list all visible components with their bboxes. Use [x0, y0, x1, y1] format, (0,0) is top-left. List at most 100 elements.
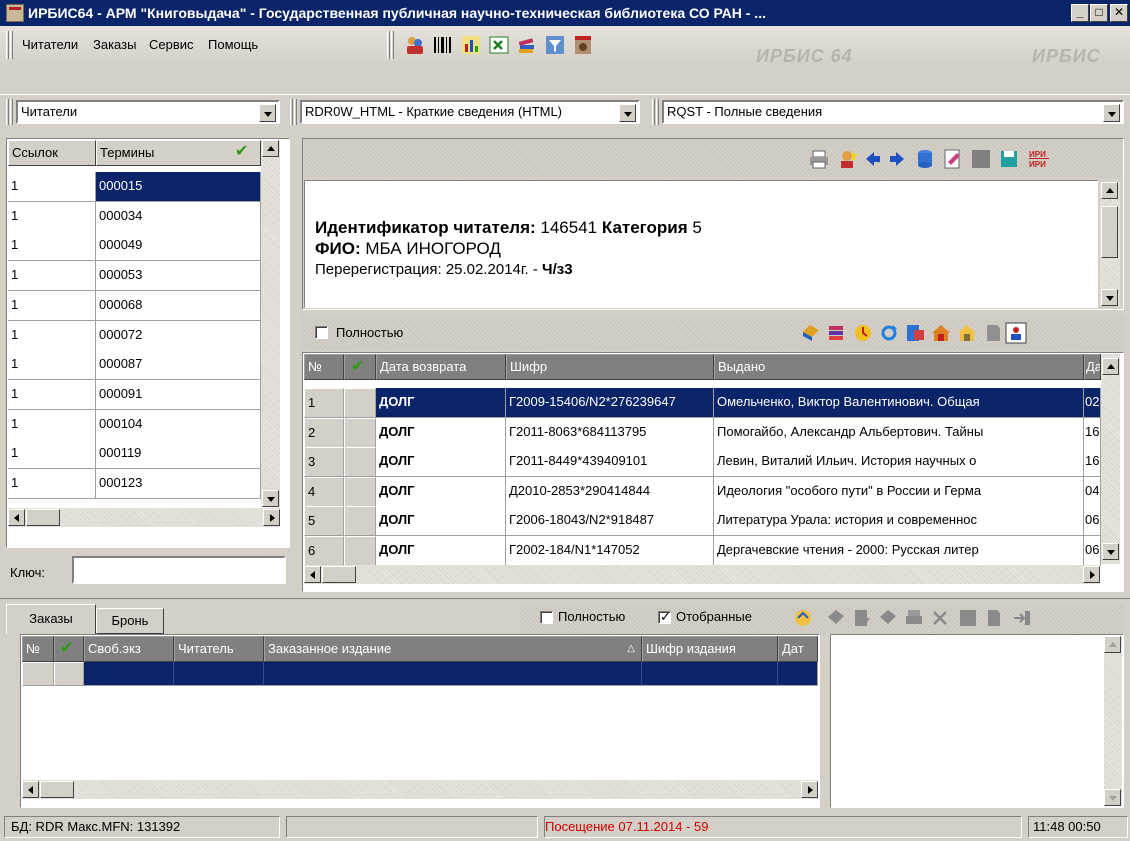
- statistics-icon[interactable]: [460, 34, 482, 56]
- terms-row-term[interactable]: 000015: [96, 172, 261, 202]
- loans-row-issued[interactable]: Помогайбо, Александр Альбертович. Тайны: [714, 417, 1084, 448]
- order-details-scroll-down[interactable]: [1104, 789, 1121, 806]
- terms-hscroll[interactable]: [8, 508, 280, 527]
- edit-record-icon[interactable]: [942, 148, 964, 170]
- loans-full-checkbox[interactable]: [315, 326, 328, 339]
- reader-card-icon[interactable]: [1004, 321, 1028, 345]
- loans-row-issued[interactable]: Идеология "особого пути" в России и Герм…: [714, 476, 1084, 507]
- excel-icon[interactable]: [488, 34, 510, 56]
- key-input[interactable]: [72, 556, 286, 584]
- toolbar-grip[interactable]: [387, 31, 390, 59]
- minimize-button[interactable]: _: [1071, 4, 1089, 22]
- orders-row-item-cell[interactable]: [264, 662, 642, 686]
- loans-row-code[interactable]: Г2006-18043/N2*918487: [506, 506, 714, 536]
- loans-row-check[interactable]: [344, 506, 376, 536]
- terms-hscroll-thumb[interactable]: [26, 509, 60, 526]
- new-reader-icon[interactable]: [836, 148, 858, 170]
- orders-hscroll-thumb[interactable]: [40, 781, 74, 798]
- return-book-icon[interactable]: [904, 322, 926, 344]
- refresh-icon[interactable]: [878, 322, 900, 344]
- readers-icon[interactable]: [404, 34, 426, 56]
- loans-row-num[interactable]: 1: [304, 388, 344, 418]
- brief-format-arrow[interactable]: [619, 104, 636, 122]
- menu-service[interactable]: Сервис: [149, 37, 194, 52]
- database-icon[interactable]: [914, 148, 936, 170]
- loans-hscroll[interactable]: [304, 565, 1100, 584]
- terms-row-links[interactable]: 1: [8, 469, 96, 499]
- terms-scroll-down[interactable]: [262, 490, 279, 507]
- orders-col-free-header[interactable]: Своб.экз: [84, 636, 174, 662]
- filter-icon[interactable]: [544, 34, 566, 56]
- loans-row-return[interactable]: ДОЛГ: [376, 476, 506, 507]
- home-book-icon[interactable]: [930, 322, 952, 344]
- loans-col-date-header[interactable]: Да: [1084, 354, 1101, 380]
- terms-col-terms-header[interactable]: Термины ✔: [96, 140, 261, 166]
- prev-arrow-icon[interactable]: [864, 150, 882, 168]
- print-icon[interactable]: [808, 148, 830, 170]
- terms-row-term[interactable]: 000049: [96, 231, 261, 262]
- orders-full-checkbox[interactable]: [540, 611, 553, 624]
- loans-row-code[interactable]: Г2009-15406/N2*276239647: [506, 388, 714, 418]
- loans-row-num[interactable]: 2: [304, 417, 344, 448]
- loans-row-date[interactable]: 16: [1084, 417, 1101, 448]
- loans-row-num[interactable]: 4: [304, 476, 344, 507]
- loans-col-return-header[interactable]: Дата возврата: [376, 354, 506, 380]
- full-format-combo[interactable]: RQST - Полные сведения: [662, 100, 1124, 124]
- irbis-format-icon[interactable]: ИРИИРИ: [1028, 148, 1050, 170]
- loans-scroll-right[interactable]: [1083, 566, 1100, 583]
- orders-refresh-icon[interactable]: [792, 607, 814, 629]
- loans-row-code[interactable]: Г2002-184/N1*147052: [506, 535, 714, 566]
- terms-row-links[interactable]: 1: [8, 231, 96, 262]
- orders-row-date-cell[interactable]: [778, 662, 818, 686]
- loans-row-num[interactable]: 6: [304, 535, 344, 566]
- orders-row-free-cell[interactable]: [84, 662, 174, 686]
- database-combo[interactable]: Читатели: [16, 100, 280, 124]
- terms-row-links[interactable]: 1: [8, 172, 96, 202]
- terms-row-term[interactable]: 000072: [96, 320, 261, 351]
- terms-row-links[interactable]: 1: [8, 379, 96, 410]
- terms-vscroll[interactable]: [261, 140, 280, 507]
- orders-row-reader-cell[interactable]: [174, 662, 264, 686]
- menubar-grip[interactable]: [6, 31, 9, 59]
- loans-col-issued-header[interactable]: Выдано: [714, 354, 1084, 380]
- loans-row-issued[interactable]: Левин, Виталий Ильич. История научных о: [714, 447, 1084, 477]
- terms-row-term[interactable]: 000034: [96, 201, 261, 232]
- brief-format-combo[interactable]: RDR0W_HTML - Краткие сведения (HTML): [300, 100, 640, 124]
- terms-row-links[interactable]: 1: [8, 290, 96, 321]
- orders-selected-checkbox[interactable]: [658, 609, 671, 625]
- terms-row-term[interactable]: 000104: [96, 409, 261, 440]
- loans-row-issued[interactable]: Дергачевские чтения - 2000: Русская лите…: [714, 535, 1084, 566]
- terms-row-links[interactable]: 1: [8, 201, 96, 232]
- full-format-arrow[interactable]: [1103, 104, 1120, 122]
- loans-row-date[interactable]: 06: [1084, 506, 1101, 536]
- terms-row-links[interactable]: 1: [8, 261, 96, 292]
- loans-row-check[interactable]: [344, 447, 376, 477]
- loans-row-date[interactable]: 16: [1084, 447, 1101, 477]
- orders-col-code-header[interactable]: Шифр издания: [642, 636, 778, 662]
- orders-col-reader-header[interactable]: Читатель: [174, 636, 264, 662]
- save-record-icon[interactable]: [998, 148, 1020, 170]
- loans-col-num-header[interactable]: №: [304, 354, 344, 380]
- menu-help[interactable]: Помощь: [208, 37, 258, 52]
- terms-scroll-left[interactable]: [8, 509, 25, 526]
- loans-row-code[interactable]: Д2010-2853*290414844: [506, 476, 714, 507]
- reader-scroll-down[interactable]: [1101, 289, 1118, 306]
- order-details-scroll-up[interactable]: [1104, 636, 1121, 653]
- loans-row-date[interactable]: 04: [1084, 476, 1101, 507]
- barcode-icon[interactable]: [432, 34, 454, 56]
- terms-col-links-header[interactable]: Ссылок: [8, 140, 96, 166]
- loans-row-check[interactable]: [344, 535, 376, 566]
- loans-row-check[interactable]: [344, 476, 376, 507]
- terms-row-links[interactable]: 1: [8, 320, 96, 351]
- orders-col-check-header[interactable]: ✔: [54, 636, 84, 662]
- loans-row-check[interactable]: [344, 388, 376, 418]
- loans-row-code[interactable]: Г2011-8063*684113795: [506, 417, 714, 448]
- loans-col-code-header[interactable]: Шифр: [506, 354, 714, 380]
- terms-row-links[interactable]: 1: [8, 409, 96, 440]
- terms-row-term[interactable]: 000068: [96, 290, 261, 321]
- orders-col-date-header[interactable]: Дат: [778, 636, 818, 662]
- loans-scroll-left[interactable]: [304, 566, 321, 583]
- terms-row-term[interactable]: 000053: [96, 261, 261, 292]
- terms-row-links[interactable]: 1: [8, 350, 96, 381]
- orders-col-item-header[interactable]: Заказанное издание △: [264, 636, 642, 662]
